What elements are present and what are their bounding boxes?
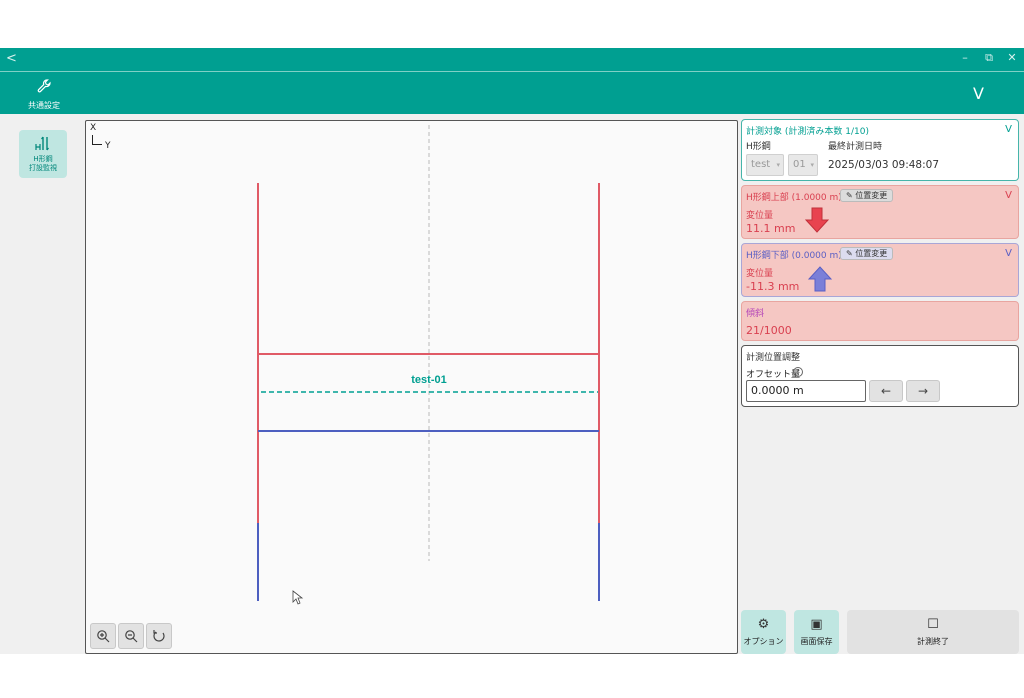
offset-left-button[interactable]: ← (869, 380, 903, 402)
chevron-down-icon: ▾ (776, 161, 780, 169)
upper-position-change-label: 位置変更 (855, 191, 888, 200)
help-icon[interactable]: ? (793, 367, 803, 377)
offset-input[interactable]: 0.0000 m (746, 380, 866, 402)
offset-title: 計測位置調整 (746, 353, 801, 363)
lower-disp-value: -11.3 mm (746, 280, 800, 293)
zoom-toolbar (90, 623, 174, 649)
zoom-in-button[interactable] (90, 623, 116, 649)
lower-title: H形鋼下部 (0.0000 m) (746, 251, 842, 261)
arrow-up-icon (808, 266, 832, 292)
upper-position-change-button[interactable]: ✎ 位置変更 (840, 189, 894, 202)
member-label: test-01 (411, 374, 446, 386)
end-measurement-button[interactable]: ☐ 計測終了 (847, 610, 1019, 654)
main-area: H形鋼 打設監視 X Y test-01 計測対象 (計測済み本数 1/10) … (0, 114, 1024, 654)
upper-panel: H形鋼上部 (1.0000 m) ✎ 位置変更 V 変位量 11.1 mm (741, 185, 1019, 239)
last-measured-label: 最終計測日時 (828, 142, 883, 152)
upper-title: H形鋼上部 (1.0000 m) (746, 193, 842, 203)
target-panel: 計測対象 (計測済み本数 1/10) V H形鋼 最終計測日時 test ▾ 0… (741, 119, 1019, 181)
reset-view-button[interactable] (146, 623, 172, 649)
target-title: 計測対象 (計測済み本数 1/10) (746, 127, 869, 137)
wrench-icon (37, 79, 51, 93)
h-beam-icon (35, 136, 49, 151)
restore-icon[interactable]: ⧉ (982, 51, 996, 65)
left-sidebar: H形鋼 打設監視 (0, 114, 84, 654)
h-beam-monitor-button[interactable]: H形鋼 打設監視 (19, 130, 67, 178)
stop-square-icon: ☐ (927, 617, 939, 632)
measurement-canvas[interactable]: X Y test-01 (85, 120, 738, 654)
last-measured-value: 2025/03/03 09:48:07 (828, 159, 940, 171)
chevron-down-icon[interactable]: V (973, 84, 984, 103)
h-button-label-1: H形鋼 (33, 155, 53, 163)
chevron-down-icon[interactable]: V (1005, 124, 1012, 135)
toolbar: 共通設定 V (0, 72, 1024, 114)
target-select-2[interactable]: 01 ▾ (788, 154, 818, 176)
chevron-down-icon: ▾ (810, 161, 814, 169)
h-button-label-2: 打設監視 (29, 164, 57, 172)
offset-label: オフセット量 (746, 370, 801, 380)
zoom-out-icon (125, 630, 138, 643)
back-icon[interactable]: < (6, 51, 17, 66)
h-beam-label: H形鋼 (746, 142, 771, 152)
target-select-1-value: test (751, 159, 771, 170)
monitor-icon: ▣ (810, 617, 823, 632)
arrow-down-icon (805, 207, 829, 233)
options-button[interactable]: ⚙ オプション (741, 610, 786, 654)
target-select-2-value: 01 (793, 159, 806, 170)
gear-icon: ⚙ (757, 617, 770, 632)
tilt-value: 21/1000 (746, 324, 792, 337)
common-settings-button[interactable]: 共通設定 (22, 78, 66, 110)
mouse-cursor-icon (292, 590, 304, 605)
save-screen-label: 画面保存 (800, 637, 833, 646)
lower-panel: H形鋼下部 (0.0000 m) ✎ 位置変更 V 変位量 -11.3 mm (741, 243, 1019, 297)
chevron-down-icon[interactable]: V (1005, 190, 1012, 201)
refresh-icon (153, 630, 165, 642)
close-icon[interactable]: ✕ (1005, 51, 1019, 64)
upper-disp-label: 変位量 (746, 211, 774, 221)
minimize-icon[interactable]: – (958, 51, 972, 64)
end-measurement-label: 計測終了 (917, 637, 949, 646)
tilt-title: 傾斜 (746, 309, 765, 319)
lower-position-change-button[interactable]: ✎ 位置変更 (840, 247, 894, 260)
chevron-down-icon[interactable]: V (1005, 248, 1012, 259)
target-select-1[interactable]: test ▾ (746, 154, 784, 176)
title-bar: < – ⧉ ✕ (0, 48, 1024, 72)
upper-disp-value: 11.1 mm (746, 222, 796, 235)
zoom-out-button[interactable] (118, 623, 144, 649)
pencil-icon: ✎ (846, 191, 853, 200)
pencil-icon: ✎ (846, 249, 853, 258)
lower-position-change-label: 位置変更 (855, 249, 888, 258)
app-window: < – ⧉ ✕ 共通設定 V H形鋼 打設監視 X Y test-01 計測対象… (0, 48, 1024, 654)
offset-right-button[interactable]: → (906, 380, 940, 402)
common-settings-label: 共通設定 (28, 101, 60, 110)
lower-disp-label: 変位量 (746, 269, 774, 279)
zoom-in-icon (97, 630, 110, 643)
tilt-panel: 傾斜 21/1000 (741, 301, 1019, 341)
options-label: オプション (743, 637, 784, 646)
offset-panel: 計測位置調整 オフセット量 ? 0.0000 m ← → (741, 345, 1019, 407)
h-beam-drawing: test-01 (257, 125, 600, 605)
save-screen-button[interactable]: ▣ 画面保存 (794, 610, 839, 654)
